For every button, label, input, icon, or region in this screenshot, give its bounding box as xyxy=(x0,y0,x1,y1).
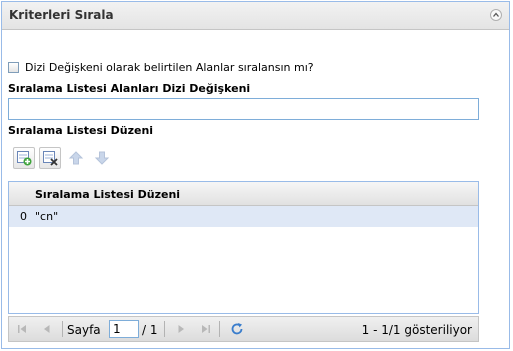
separator xyxy=(219,321,220,337)
grid-column-header[interactable]: Sıralama Listesi Düzeni xyxy=(35,188,180,201)
order-section-label: Sıralama Listesi Düzeni xyxy=(8,124,154,137)
panel-title: Kriterleri Sırala xyxy=(9,8,114,22)
sort-array-fields-label: Dizi Değişkeni olarak belirtilen Alanlar… xyxy=(25,60,314,74)
prev-page-icon[interactable] xyxy=(41,323,53,335)
move-up-icon xyxy=(68,151,84,165)
array-field-input[interactable] xyxy=(8,98,479,120)
next-page-icon[interactable] xyxy=(175,323,187,335)
order-toolbar xyxy=(13,147,113,169)
row-value: "cn" xyxy=(35,210,59,223)
panel-header: Kriterleri Sırala xyxy=(2,2,509,30)
chevron-up-icon[interactable] xyxy=(490,9,502,21)
move-down-icon xyxy=(94,151,110,165)
display-info: 1 - 1/1 gösteriliyor xyxy=(361,323,472,337)
table-row[interactable]: 0 "cn" xyxy=(9,206,478,227)
page-label: Sayfa xyxy=(67,323,101,337)
move-down-button[interactable] xyxy=(91,147,113,169)
order-grid: Sıralama Listesi Düzeni 0 "cn" xyxy=(8,181,479,314)
array-field-label: Sıralama Listesi Alanları Dizi Değişkeni xyxy=(8,82,251,95)
page-number-input[interactable] xyxy=(109,320,139,338)
remove-row-button[interactable] xyxy=(39,147,61,169)
add-row-button[interactable] xyxy=(13,147,35,169)
page-count-label: / 1 xyxy=(142,323,158,337)
sort-array-fields-checkbox[interactable] xyxy=(8,61,19,73)
remove-row-icon xyxy=(43,151,58,166)
refresh-icon[interactable] xyxy=(230,322,244,336)
pagination-toolbar: Sayfa / 1 1 - 1/1 gösteriliyor xyxy=(8,316,479,342)
first-page-icon[interactable] xyxy=(16,323,28,335)
last-page-icon[interactable] xyxy=(200,323,212,335)
row-index: 0 xyxy=(20,210,27,223)
separator xyxy=(164,321,165,337)
separator xyxy=(62,321,63,337)
sort-array-fields-option[interactable]: Dizi Değişkeni olarak belirtilen Alanlar… xyxy=(8,60,314,74)
add-row-icon xyxy=(17,151,32,166)
grid-header: Sıralama Listesi Düzeni xyxy=(9,182,478,206)
move-up-button[interactable] xyxy=(65,147,87,169)
